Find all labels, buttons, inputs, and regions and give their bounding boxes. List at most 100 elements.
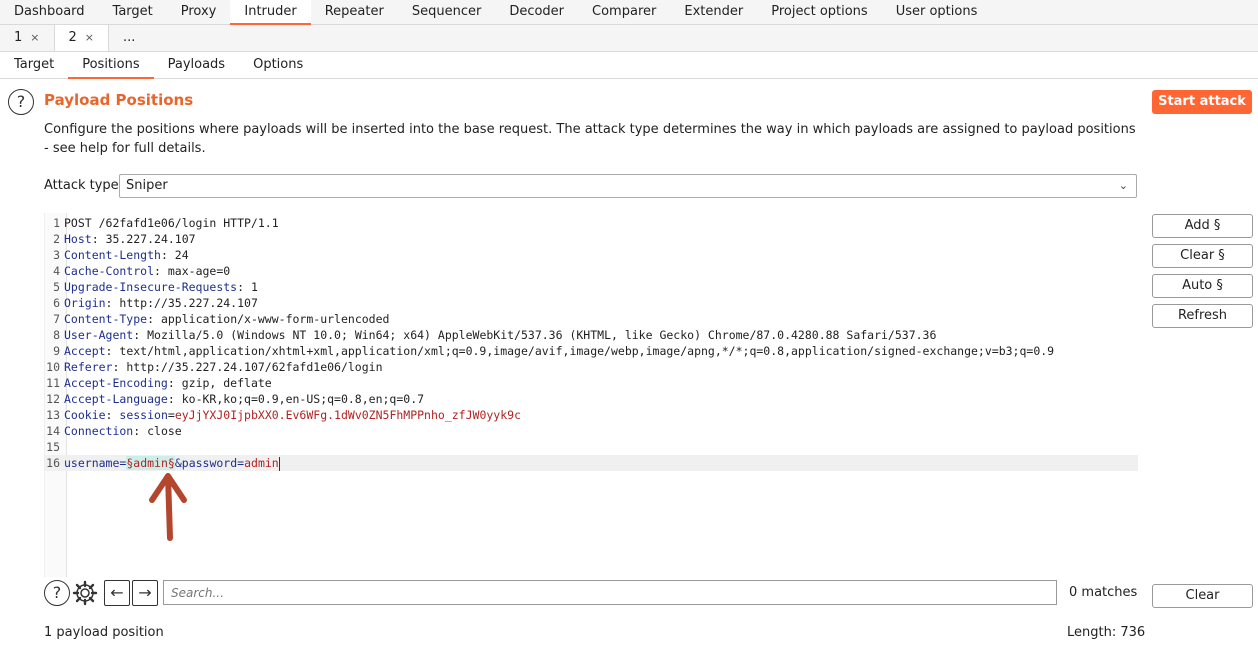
- param-name: password: [181, 456, 238, 470]
- section-description: Configure the positions where payloads w…: [44, 122, 1136, 156]
- line-number: 12: [46, 392, 60, 406]
- line-number: 1: [53, 216, 60, 230]
- cookie-value: eyJjYXJ0IjpbXX0.Ev6WFg.1dWv0ZN5FhMPPnho_…: [174, 408, 521, 422]
- tab-extender[interactable]: Extender: [670, 0, 757, 25]
- header-value: gzip, deflate: [181, 376, 272, 390]
- tab-decoder[interactable]: Decoder: [495, 0, 578, 25]
- header-value: http://35.227.24.107/62fafd1e06/login: [126, 360, 383, 374]
- header-separator: :: [112, 360, 127, 374]
- arrow-right-icon[interactable]: →: [132, 580, 158, 606]
- line-number: 8: [53, 328, 60, 342]
- new-tab-label: ...: [123, 30, 136, 45]
- tab-positions[interactable]: Positions: [68, 52, 154, 79]
- help-icon[interactable]: ?: [8, 89, 34, 115]
- tab-project-options[interactable]: Project options: [757, 0, 882, 25]
- gear-icon[interactable]: [72, 580, 98, 606]
- line-number: 6: [53, 296, 60, 310]
- header-name: Accept-Language: [64, 392, 168, 406]
- main-tab-bar: Dashboard Target Proxy Intruder Repeater…: [0, 0, 1258, 25]
- text-caret: [278, 456, 280, 471]
- match-count: 0 matches: [1069, 585, 1138, 600]
- request-text[interactable]: 1 POST /62fafd1e06/login HTTP/1.1 2 Host…: [45, 215, 1138, 471]
- attack-tab-label: 1: [14, 30, 23, 45]
- request-line: 2 Host: 35.227.24.107: [45, 231, 1138, 247]
- header-name: Connection: [64, 424, 134, 438]
- line-number: 11: [46, 376, 60, 390]
- line-number: 14: [46, 424, 60, 438]
- attack-type-select[interactable]: Sniper ⌄: [119, 174, 1137, 198]
- payload-position-count: 1 payload position: [44, 625, 164, 640]
- request-line: 8 User-Agent: Mozilla/5.0 (Windows NT 10…: [45, 327, 1138, 343]
- attack-tab-2[interactable]: 2 ×: [53, 25, 109, 51]
- request-line: 5 Upgrade-Insecure-Requests: 1: [45, 279, 1138, 295]
- header-separator: :: [147, 312, 161, 326]
- attack-type-value: Sniper: [126, 178, 168, 193]
- auto-markers-button[interactable]: Auto §: [1152, 274, 1253, 298]
- request-line: 4 Cache-Control: max-age=0: [45, 263, 1138, 279]
- header-value: Mozilla/5.0 (Windows NT 10.0; Win64; x64…: [147, 328, 937, 342]
- intruder-tab-bar: Target Positions Payloads Options: [0, 52, 1258, 79]
- line-number: 5: [53, 280, 60, 294]
- new-attack-tab[interactable]: ...: [109, 25, 149, 51]
- attack-tab-label: 2: [68, 30, 77, 45]
- header-separator: :: [133, 328, 148, 342]
- add-marker-button[interactable]: Add §: [1152, 214, 1253, 238]
- cookie-name: session: [119, 408, 168, 422]
- request-editor[interactable]: 1 POST /62fafd1e06/login HTTP/1.1 2 Host…: [44, 213, 1138, 577]
- close-icon[interactable]: ×: [85, 25, 94, 51]
- tab-payloads[interactable]: Payloads: [154, 52, 239, 79]
- refresh-button[interactable]: Refresh: [1152, 304, 1253, 328]
- header-value: http://35.227.24.107: [119, 296, 258, 310]
- request-line-text: POST /62fafd1e06/login HTTP/1.1: [64, 216, 279, 230]
- tab-options[interactable]: Options: [239, 52, 317, 79]
- tab-intruder[interactable]: Intruder: [230, 0, 311, 25]
- arrow-left-icon[interactable]: ←: [104, 580, 130, 606]
- payload-position[interactable]: §admin§: [126, 456, 175, 470]
- tab-intruder-target[interactable]: Target: [0, 52, 68, 79]
- line-number: 3: [53, 248, 60, 262]
- header-value: application/x-www-form-urlencoded: [160, 312, 390, 326]
- request-line: 1 POST /62fafd1e06/login HTTP/1.1: [45, 215, 1138, 231]
- header-separator: :: [167, 376, 182, 390]
- tab-comparer[interactable]: Comparer: [578, 0, 670, 25]
- request-line: 3 Content-Length: 24: [45, 247, 1138, 263]
- header-name: Content-Length: [64, 248, 161, 262]
- attack-tab-1[interactable]: 1 ×: [0, 25, 54, 51]
- header-name: Content-Type: [64, 312, 148, 326]
- tab-repeater[interactable]: Repeater: [311, 0, 398, 25]
- tab-target[interactable]: Target: [99, 0, 167, 25]
- header-value: max-age=0: [167, 264, 231, 278]
- header-separator: :: [91, 232, 106, 246]
- request-line: 13 Cookie: session=eyJjYXJ0IjpbXX0.Ev6WF…: [45, 407, 1138, 423]
- tab-dashboard[interactable]: Dashboard: [0, 0, 99, 25]
- line-number: 4: [53, 264, 60, 278]
- header-separator: :: [237, 280, 251, 294]
- chevron-down-icon: ⌄: [1118, 179, 1128, 192]
- header-value: ko-KR,ko;q=0.9,en-US;q=0.8,en;q=0.7: [181, 392, 425, 406]
- header-name: Host: [64, 232, 92, 246]
- header-name: Upgrade-Insecure-Requests: [64, 280, 238, 294]
- clear-markers-button[interactable]: Clear §: [1152, 244, 1253, 268]
- header-name: User-Agent: [64, 328, 134, 342]
- close-icon[interactable]: ×: [30, 25, 39, 51]
- tab-sequencer[interactable]: Sequencer: [398, 0, 495, 25]
- header-value: 24: [174, 248, 189, 262]
- payload-value: admin: [133, 456, 168, 470]
- header-name: Cookie: [64, 408, 106, 422]
- search-input[interactable]: [163, 580, 1057, 605]
- header-name: Origin: [64, 296, 106, 310]
- tab-proxy[interactable]: Proxy: [167, 0, 231, 25]
- section-title: Payload Positions: [44, 91, 194, 109]
- start-attack-button[interactable]: Start attack: [1152, 90, 1252, 114]
- param-value: admin: [244, 456, 279, 470]
- tab-user-options[interactable]: User options: [882, 0, 992, 25]
- request-line: 7 Content-Type: application/x-www-form-u…: [45, 311, 1138, 327]
- line-number: 16: [46, 456, 60, 470]
- help-icon[interactable]: ?: [44, 580, 70, 606]
- clear-search-button[interactable]: Clear: [1152, 584, 1253, 608]
- header-separator: :: [105, 408, 120, 422]
- header-separator: :: [105, 344, 120, 358]
- request-line: 12 Accept-Language: ko-KR,ko;q=0.9,en-US…: [45, 391, 1138, 407]
- attack-tab-bar: 1 × 2 × ...: [0, 25, 1258, 52]
- line-number: 9: [53, 344, 60, 358]
